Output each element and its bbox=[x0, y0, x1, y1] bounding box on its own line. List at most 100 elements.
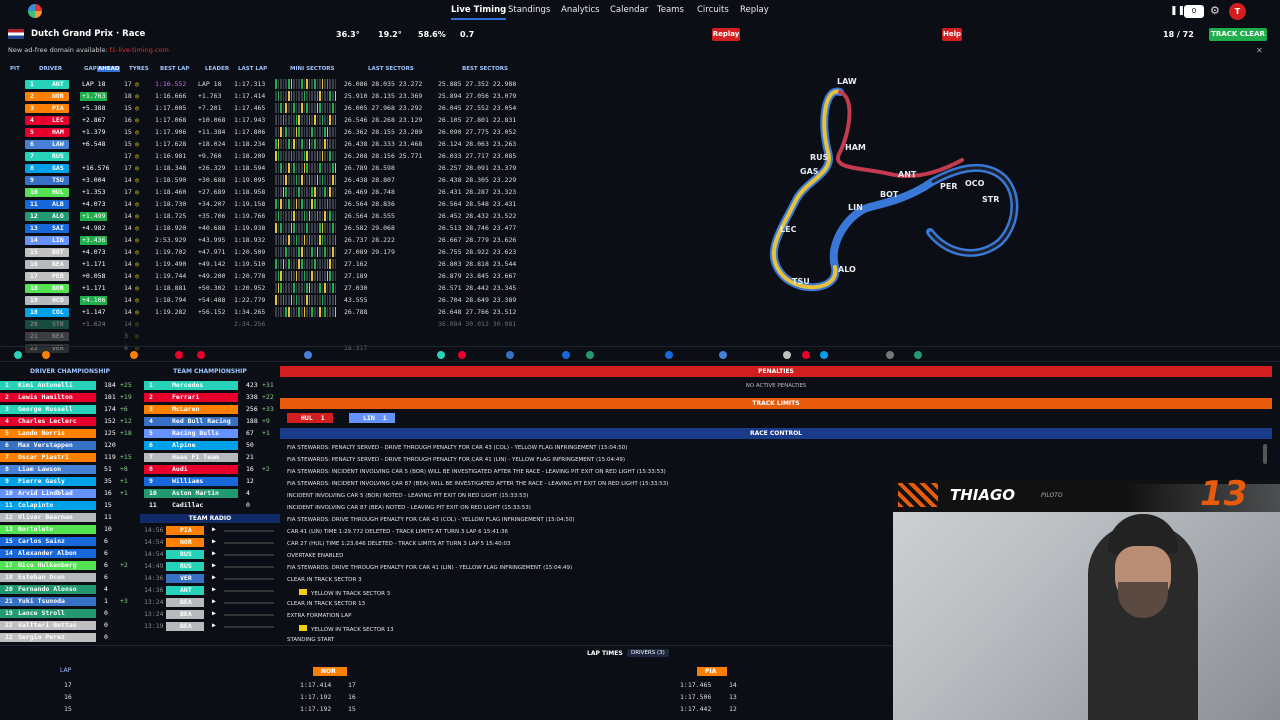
driver-row[interactable]: 13 SAI +4.982 14 ◎ 1:18.920 +40.688 1:19.938 26.… bbox=[0, 222, 530, 234]
help-button[interactable]: Help bbox=[942, 28, 962, 41]
timeline-marker[interactable] bbox=[914, 351, 922, 359]
driver-row[interactable]: 20 STR +1.624 14 ◎ 2:34.256 36.084 30.012 30.0… bbox=[0, 318, 530, 330]
radio-clip-row[interactable]: 14:54 NOR ▶ bbox=[144, 537, 278, 548]
team-standing-row[interactable]: 5 Racing Bulls 67 +1 bbox=[144, 428, 278, 439]
timeline-marker[interactable] bbox=[783, 351, 791, 359]
nav-live-timing[interactable]: Live Timing bbox=[451, 5, 507, 20]
team-standing-row[interactable]: 8 Audi 16 +2 bbox=[144, 464, 278, 475]
driver-row[interactable]: 7 RUS 17 ◎ 1:16.981 +9.760 1:18.209 26.208 28.1… bbox=[0, 150, 530, 162]
gear-icon[interactable]: ⚙ bbox=[1210, 4, 1220, 17]
timeline-marker[interactable] bbox=[506, 351, 514, 359]
driver-standing-row[interactable]: 18 Esteban Ocon 6 bbox=[0, 572, 140, 583]
driver-row[interactable]: 19 OCO +4.106 14 ◎ 1:18.794 +54.488 1:22.779 43.… bbox=[0, 294, 530, 306]
drivers-filter[interactable]: DRIVERS (3) bbox=[627, 649, 669, 657]
driver-row[interactable]: 8 GAS +16.576 17 ◎ 1:18.348 +26.329 1:18.594 26.… bbox=[0, 162, 530, 174]
driver-row[interactable]: 11 ALB +4.073 14 ◎ 1:18.730 +34.207 1:19.158 26.… bbox=[0, 198, 530, 210]
driver-row[interactable]: 10 HUL +1.353 17 ◎ 1:18.460 +27.689 1:18.958 26.… bbox=[0, 186, 530, 198]
audio-progress-bar[interactable] bbox=[224, 566, 274, 568]
audio-progress-bar[interactable] bbox=[224, 614, 274, 616]
play-icon[interactable]: ▶ bbox=[212, 537, 216, 545]
race-control-scrollbar[interactable] bbox=[1263, 444, 1267, 464]
radio-clip-row[interactable]: 14:49 RUS ▶ bbox=[144, 561, 278, 572]
play-icon[interactable]: ▶ bbox=[212, 525, 216, 533]
col-best-sectors[interactable]: BEST SECTORS bbox=[462, 66, 508, 72]
col-best-lap[interactable]: BEST LAP bbox=[160, 66, 189, 72]
driver-standing-row[interactable]: 10 Arvid Lindblad 16 +1 bbox=[0, 488, 140, 499]
col-ahead[interactable]: AHEAD bbox=[97, 66, 121, 72]
driver-standing-row[interactable]: 22 Valtteri Bottas 0 bbox=[0, 620, 140, 631]
nav-teams[interactable]: Teams bbox=[657, 5, 684, 15]
radio-clip-row[interactable]: 14:36 VER ▶ bbox=[144, 573, 278, 584]
driver-row[interactable]: 2 NOR +1.763 18 ◎ 1:16.666 +1.763 1:17.414 25.91… bbox=[0, 90, 530, 102]
team-standing-row[interactable]: 6 Alpine 50 bbox=[144, 440, 278, 451]
driver-standing-row[interactable]: 2 Lewis Hamilton 181 +19 bbox=[0, 392, 140, 403]
timeline-marker[interactable] bbox=[130, 351, 138, 359]
driver-row[interactable]: 16 BEA +1.171 14 ◎ 1:19.490 +49.142 1:19.510 27.… bbox=[0, 258, 530, 270]
play-icon[interactable]: ▶ bbox=[212, 549, 216, 557]
lap-times-driver-nor[interactable]: NOR bbox=[313, 667, 347, 676]
driver-standing-row[interactable]: 19 Lance Stroll 0 bbox=[0, 608, 140, 619]
driver-row[interactable]: 4 LEC +2.867 16 ◎ 1:17.068 +10.068 1:17.943 26.5… bbox=[0, 114, 530, 126]
play-icon[interactable]: ▶ bbox=[212, 561, 216, 569]
timeline-marker[interactable] bbox=[665, 351, 673, 359]
timeline-marker[interactable] bbox=[820, 351, 828, 359]
driver-standing-row[interactable]: 9 Pierre Gasly 35 +1 bbox=[0, 476, 140, 487]
driver-row[interactable]: 18 COL +1.147 14 ◎ 1:19.282 +56.152 1:34.265 26.… bbox=[0, 306, 530, 318]
replay-button[interactable]: Replay bbox=[712, 28, 740, 41]
timeline-marker[interactable] bbox=[197, 351, 205, 359]
team-standing-row[interactable]: 3 McLaren 256 +33 bbox=[144, 404, 278, 415]
col-last-lap[interactable]: LAST LAP bbox=[238, 66, 267, 72]
timeline-marker[interactable] bbox=[458, 351, 466, 359]
driver-standing-row[interactable]: 7 Oscar Piastri 119 +15 bbox=[0, 452, 140, 463]
driver-standing-row[interactable]: 21 Yuki Tsunoda 1 +3 bbox=[0, 596, 140, 607]
audio-progress-bar[interactable] bbox=[224, 554, 274, 556]
radio-clip-row[interactable]: 13:19 BEA ▶ bbox=[144, 621, 278, 632]
track-limit-badge[interactable]: HUL 1 bbox=[287, 413, 333, 423]
team-standing-row[interactable]: 2 Ferrari 338 +22 bbox=[144, 392, 278, 403]
driver-standing-row[interactable]: 3 George Russell 174 +6 bbox=[0, 404, 140, 415]
play-icon[interactable]: ▶ bbox=[212, 609, 216, 617]
driver-standing-row[interactable]: 12 Oliver Bearman 11 bbox=[0, 512, 140, 523]
timeline-marker[interactable] bbox=[175, 351, 183, 359]
radio-clip-row[interactable]: 13:24 BEA ▶ bbox=[144, 597, 278, 608]
track-limit-badge[interactable]: LIN 1 bbox=[349, 413, 395, 423]
timeline-marker[interactable] bbox=[437, 351, 445, 359]
pause-icon[interactable]: ❚❚ bbox=[1170, 6, 1185, 16]
col-last-sectors[interactable]: LAST SECTORS bbox=[368, 66, 414, 72]
notification-counter[interactable]: 0 bbox=[1184, 5, 1204, 18]
nav-circuits[interactable]: Circuits bbox=[697, 5, 729, 15]
team-standing-row[interactable]: 4 Red Bull Racing 188 +9 bbox=[144, 416, 278, 427]
radio-clip-row[interactable]: 14:56 PIA ▶ bbox=[144, 525, 278, 536]
timeline-marker[interactable] bbox=[304, 351, 312, 359]
driver-row[interactable]: 17 PER +0.058 14 ◎ 1:19.744 +49.200 1:20.778 27.… bbox=[0, 270, 530, 282]
driver-standing-row[interactable]: 13 Bortoleto 10 bbox=[0, 524, 140, 535]
timeline-marker[interactable] bbox=[42, 351, 50, 359]
play-icon[interactable]: ▶ bbox=[212, 621, 216, 629]
driver-row[interactable]: 9 TSU +3.004 14 ◎ 1:18.590 +30.688 1:19.095 26.4… bbox=[0, 174, 530, 186]
driver-standing-row[interactable]: 22 Sergio Perez 0 bbox=[0, 632, 140, 643]
driver-standing-row[interactable]: 1 Kimi Antonelli 184 +25 bbox=[0, 380, 140, 391]
driver-standing-row[interactable]: 4 Charles Leclerc 152 +12 bbox=[0, 416, 140, 427]
team-standing-row[interactable]: 11 Cadillac 0 bbox=[144, 500, 278, 511]
timeline-marker[interactable] bbox=[719, 351, 727, 359]
driver-standing-row[interactable]: 6 Max Verstappen 120 bbox=[0, 440, 140, 451]
team-standing-row[interactable]: 1 Mercedes 423 +31 bbox=[144, 380, 278, 391]
timeline-marker[interactable] bbox=[886, 351, 894, 359]
driver-standing-row[interactable]: 11 Colapinto 15 bbox=[0, 500, 140, 511]
audio-progress-bar[interactable] bbox=[224, 530, 274, 532]
col-tyres[interactable]: TYRES bbox=[129, 66, 149, 72]
app-logo[interactable] bbox=[28, 4, 42, 18]
audio-progress-bar[interactable] bbox=[224, 602, 274, 604]
driver-row[interactable]: 15 BOT +4.073 14 ◎ 1:19.702 +47.971 1:20.509 27.… bbox=[0, 246, 530, 258]
driver-row[interactable]: 6 LAW +6.548 15 ◎ 1:17.628 +18.024 1:18.234 26.4… bbox=[0, 138, 530, 150]
driver-standing-row[interactable]: 8 Liam Lawson 51 +8 bbox=[0, 464, 140, 475]
driver-row[interactable]: 5 HAM +1.379 15 ◎ 1:17.906 +11.384 1:17.806 26.3… bbox=[0, 126, 530, 138]
nav-standings[interactable]: Standings bbox=[508, 5, 550, 15]
radio-clip-row[interactable]: 13:24 BEA ▶ bbox=[144, 609, 278, 620]
driver-row[interactable]: 14 LIN +3.436 14 ◎ 2:53.929 +43.995 1:18.932 26.… bbox=[0, 234, 530, 246]
timeline-marker[interactable] bbox=[586, 351, 594, 359]
timeline-marker[interactable] bbox=[802, 351, 810, 359]
team-standing-row[interactable]: 10 Aston Martin 4 bbox=[144, 488, 278, 499]
driver-standing-row[interactable]: 17 Nico Hulkenberg 6 +2 bbox=[0, 560, 140, 571]
driver-standing-row[interactable]: 15 Carlos Sainz 6 bbox=[0, 536, 140, 547]
